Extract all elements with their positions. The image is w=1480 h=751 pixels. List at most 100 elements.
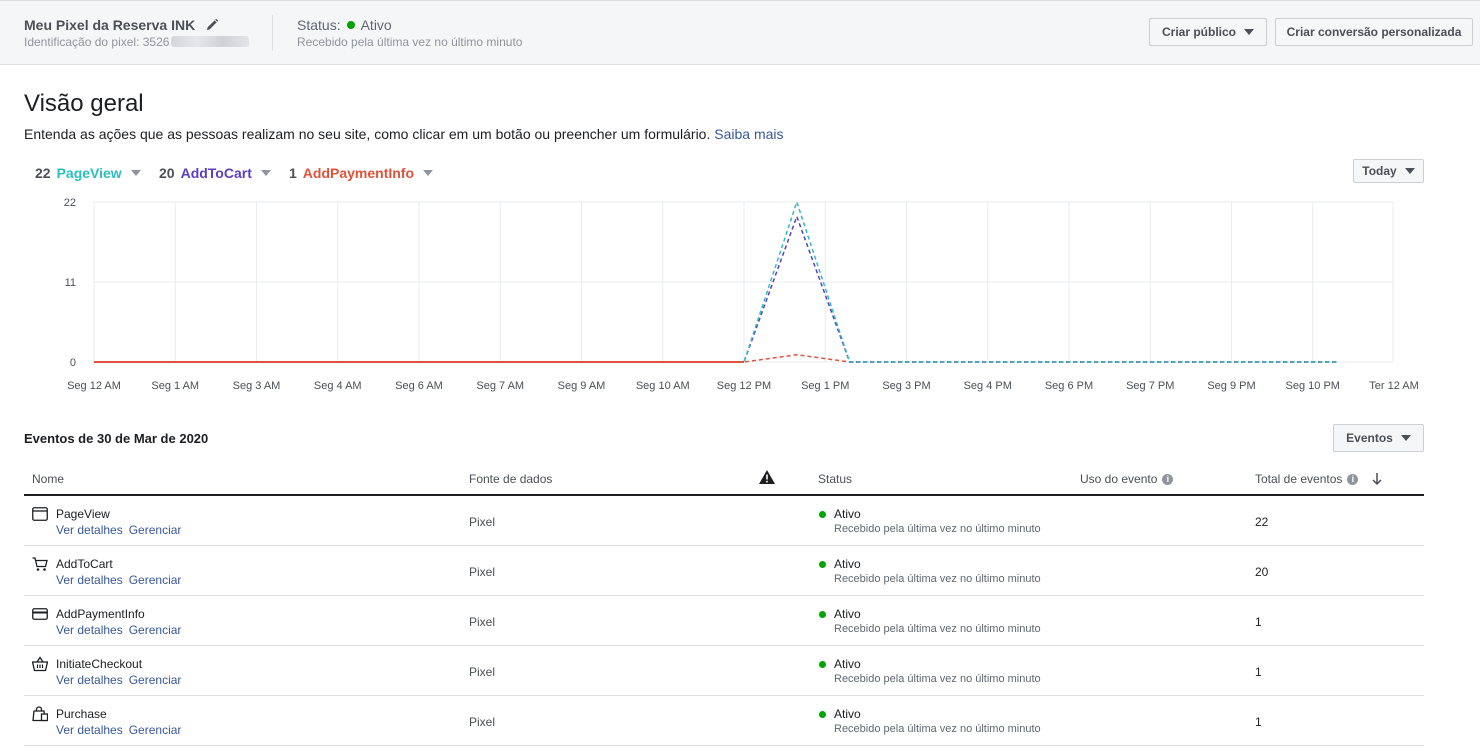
status-value: Ativo [360, 17, 392, 33]
column-source-label: Fonte de dados [469, 472, 553, 486]
x-tick-label: Seg 10 PM [1286, 380, 1340, 392]
column-header-usage[interactable]: Uso do evento i [1080, 472, 1174, 486]
date-range-dropdown[interactable]: Today [1353, 159, 1424, 183]
status-last-received: Recebido pela última vez no último minut… [297, 35, 523, 49]
x-tick-label: Seg 9 PM [1207, 380, 1255, 392]
pencil-icon[interactable] [205, 18, 219, 32]
manage-link[interactable]: Gerenciar [129, 623, 182, 637]
basket-icon [32, 656, 48, 672]
warning-icon[interactable] [759, 470, 775, 484]
event-links: Ver detalhes Gerenciar [56, 723, 187, 737]
column-header-status[interactable]: Status [818, 472, 852, 486]
event-name: AddPaymentInfo [56, 607, 145, 621]
event-links: Ver detalhes Gerenciar [56, 623, 187, 637]
event-links: Ver detalhes Gerenciar [56, 523, 187, 537]
chevron-down-icon [1244, 29, 1254, 35]
status-active-dot [819, 611, 826, 618]
event-status: Ativo [834, 607, 861, 621]
event-source: Pixel [469, 515, 496, 529]
view-details-link[interactable]: Ver detalhes [56, 673, 123, 687]
status-active-dot [819, 511, 826, 518]
event-total: 20 [1255, 565, 1269, 579]
cart-icon [32, 557, 48, 571]
event-status: Ativo [834, 657, 861, 671]
chevron-down-icon [260, 170, 271, 176]
table-row: Purchase Ver detalhes Gerenciar Pixel Ati… [24, 696, 1424, 746]
event-status-detail: Recebido pela última vez no último minut… [834, 723, 1041, 735]
x-tick-label: Seg 1 PM [801, 380, 849, 392]
x-tick-label: Seg 6 PM [1045, 380, 1093, 392]
event-total: 22 [1255, 515, 1269, 529]
view-details-link[interactable]: Ver detalhes [56, 723, 123, 737]
x-tick-label: Ter 12 AM [1369, 380, 1419, 392]
legend-pageview[interactable]: 22 PageView [35, 165, 141, 181]
event-links: Ver detalhes Gerenciar [56, 573, 187, 587]
legend-name: AddPaymentInfo [302, 165, 415, 181]
chevron-down-icon [423, 170, 434, 176]
column-header-name[interactable]: Nome [32, 472, 64, 486]
chevron-down-icon [1404, 168, 1415, 174]
view-details-link[interactable]: Ver detalhes [56, 623, 123, 637]
pixel-name-text: Meu Pixel da Reserva INK [24, 17, 196, 33]
legend-addpaymentinfo[interactable]: 1 AddPaymentInfo [289, 165, 434, 181]
x-tick-label: Seg 7 PM [1126, 380, 1174, 392]
legend-name: AddToCart [180, 165, 252, 181]
redacted-id [171, 36, 250, 47]
date-range-label: Today [1362, 164, 1397, 178]
legend-name: PageView [56, 165, 122, 181]
event-name: AddToCart [56, 557, 113, 571]
column-header-source[interactable]: Fonte de dados [469, 472, 552, 486]
create-conversion-label: Criar conversão personalizada [1286, 25, 1462, 39]
description-text: Entenda as ações que as pessoas realizam… [24, 126, 711, 142]
manage-link[interactable]: Gerenciar [129, 523, 182, 537]
sort-descending-icon[interactable] [1371, 472, 1383, 486]
x-tick-label: Seg 1 AM [151, 380, 199, 392]
x-tick-label: Seg 12 PM [717, 380, 771, 392]
overview-description: Entenda as ações que as pessoas realizam… [24, 126, 784, 142]
pixel-id-label: Identificação do pixel: 3526 [24, 35, 170, 49]
pixel-header: Meu Pixel da Reserva INK Identificação d… [0, 0, 1480, 65]
view-details-link[interactable]: Ver detalhes [56, 573, 123, 587]
event-name: Purchase [56, 707, 107, 721]
pixel-status: Status: Ativo [297, 17, 392, 33]
learn-more-link[interactable]: Saiba mais [714, 126, 783, 142]
legend-addtocart[interactable]: 20 AddToCart [159, 165, 271, 181]
manage-link[interactable]: Gerenciar [129, 573, 182, 587]
info-icon[interactable]: i [1162, 473, 1174, 485]
event-source: Pixel [469, 665, 496, 679]
pixel-name: Meu Pixel da Reserva INK [24, 17, 219, 33]
pixel-id: Identificação do pixel: 3526 [24, 35, 250, 49]
view-details-link[interactable]: Ver detalhes [56, 523, 123, 537]
chevron-down-icon [1400, 435, 1411, 441]
y-tick-label: 0 [70, 357, 76, 369]
x-tick-label: Seg 6 AM [395, 380, 443, 392]
create-audience-label: Criar público [1161, 25, 1236, 39]
events-filter-label: Eventos [1346, 431, 1393, 445]
column-header-total[interactable]: Total de eventos i [1255, 472, 1383, 486]
legend-count: 22 [35, 165, 51, 181]
table-row: AddToCart Ver detalhes Gerenciar Pixel At… [24, 546, 1424, 596]
y-tick-label: 11 [65, 277, 76, 289]
x-tick-label: Seg 12 AM [67, 380, 121, 392]
status-active-dot [819, 661, 826, 668]
x-tick-label: Seg 7 AM [476, 380, 524, 392]
events-section-title: Eventos de 30 de Mar de 2020 [24, 431, 209, 446]
event-status: Ativo [834, 507, 861, 521]
manage-link[interactable]: Gerenciar [129, 673, 182, 687]
info-icon[interactable]: i [1347, 473, 1359, 485]
x-tick-label: Seg 10 AM [636, 380, 690, 392]
event-source: Pixel [469, 615, 496, 629]
x-tick-label: Seg 4 AM [314, 380, 362, 392]
create-custom-conversion-button[interactable]: Criar conversão personalizada [1275, 18, 1473, 46]
column-usage-label: Uso do evento [1080, 472, 1158, 486]
x-tick-label: Seg 9 AM [558, 380, 606, 392]
table-row: InitiateCheckout Ver detalhes Gerenciar P… [24, 646, 1424, 696]
column-status-label: Status [818, 472, 853, 486]
event-status-detail: Recebido pela última vez no último minut… [834, 623, 1041, 635]
legend-count: 1 [289, 165, 297, 181]
events-filter-dropdown[interactable]: Eventos [1333, 424, 1424, 452]
event-total: 1 [1255, 615, 1262, 629]
manage-link[interactable]: Gerenciar [129, 723, 182, 737]
event-total: 1 [1255, 715, 1262, 729]
create-audience-button[interactable]: Criar público [1149, 18, 1267, 46]
